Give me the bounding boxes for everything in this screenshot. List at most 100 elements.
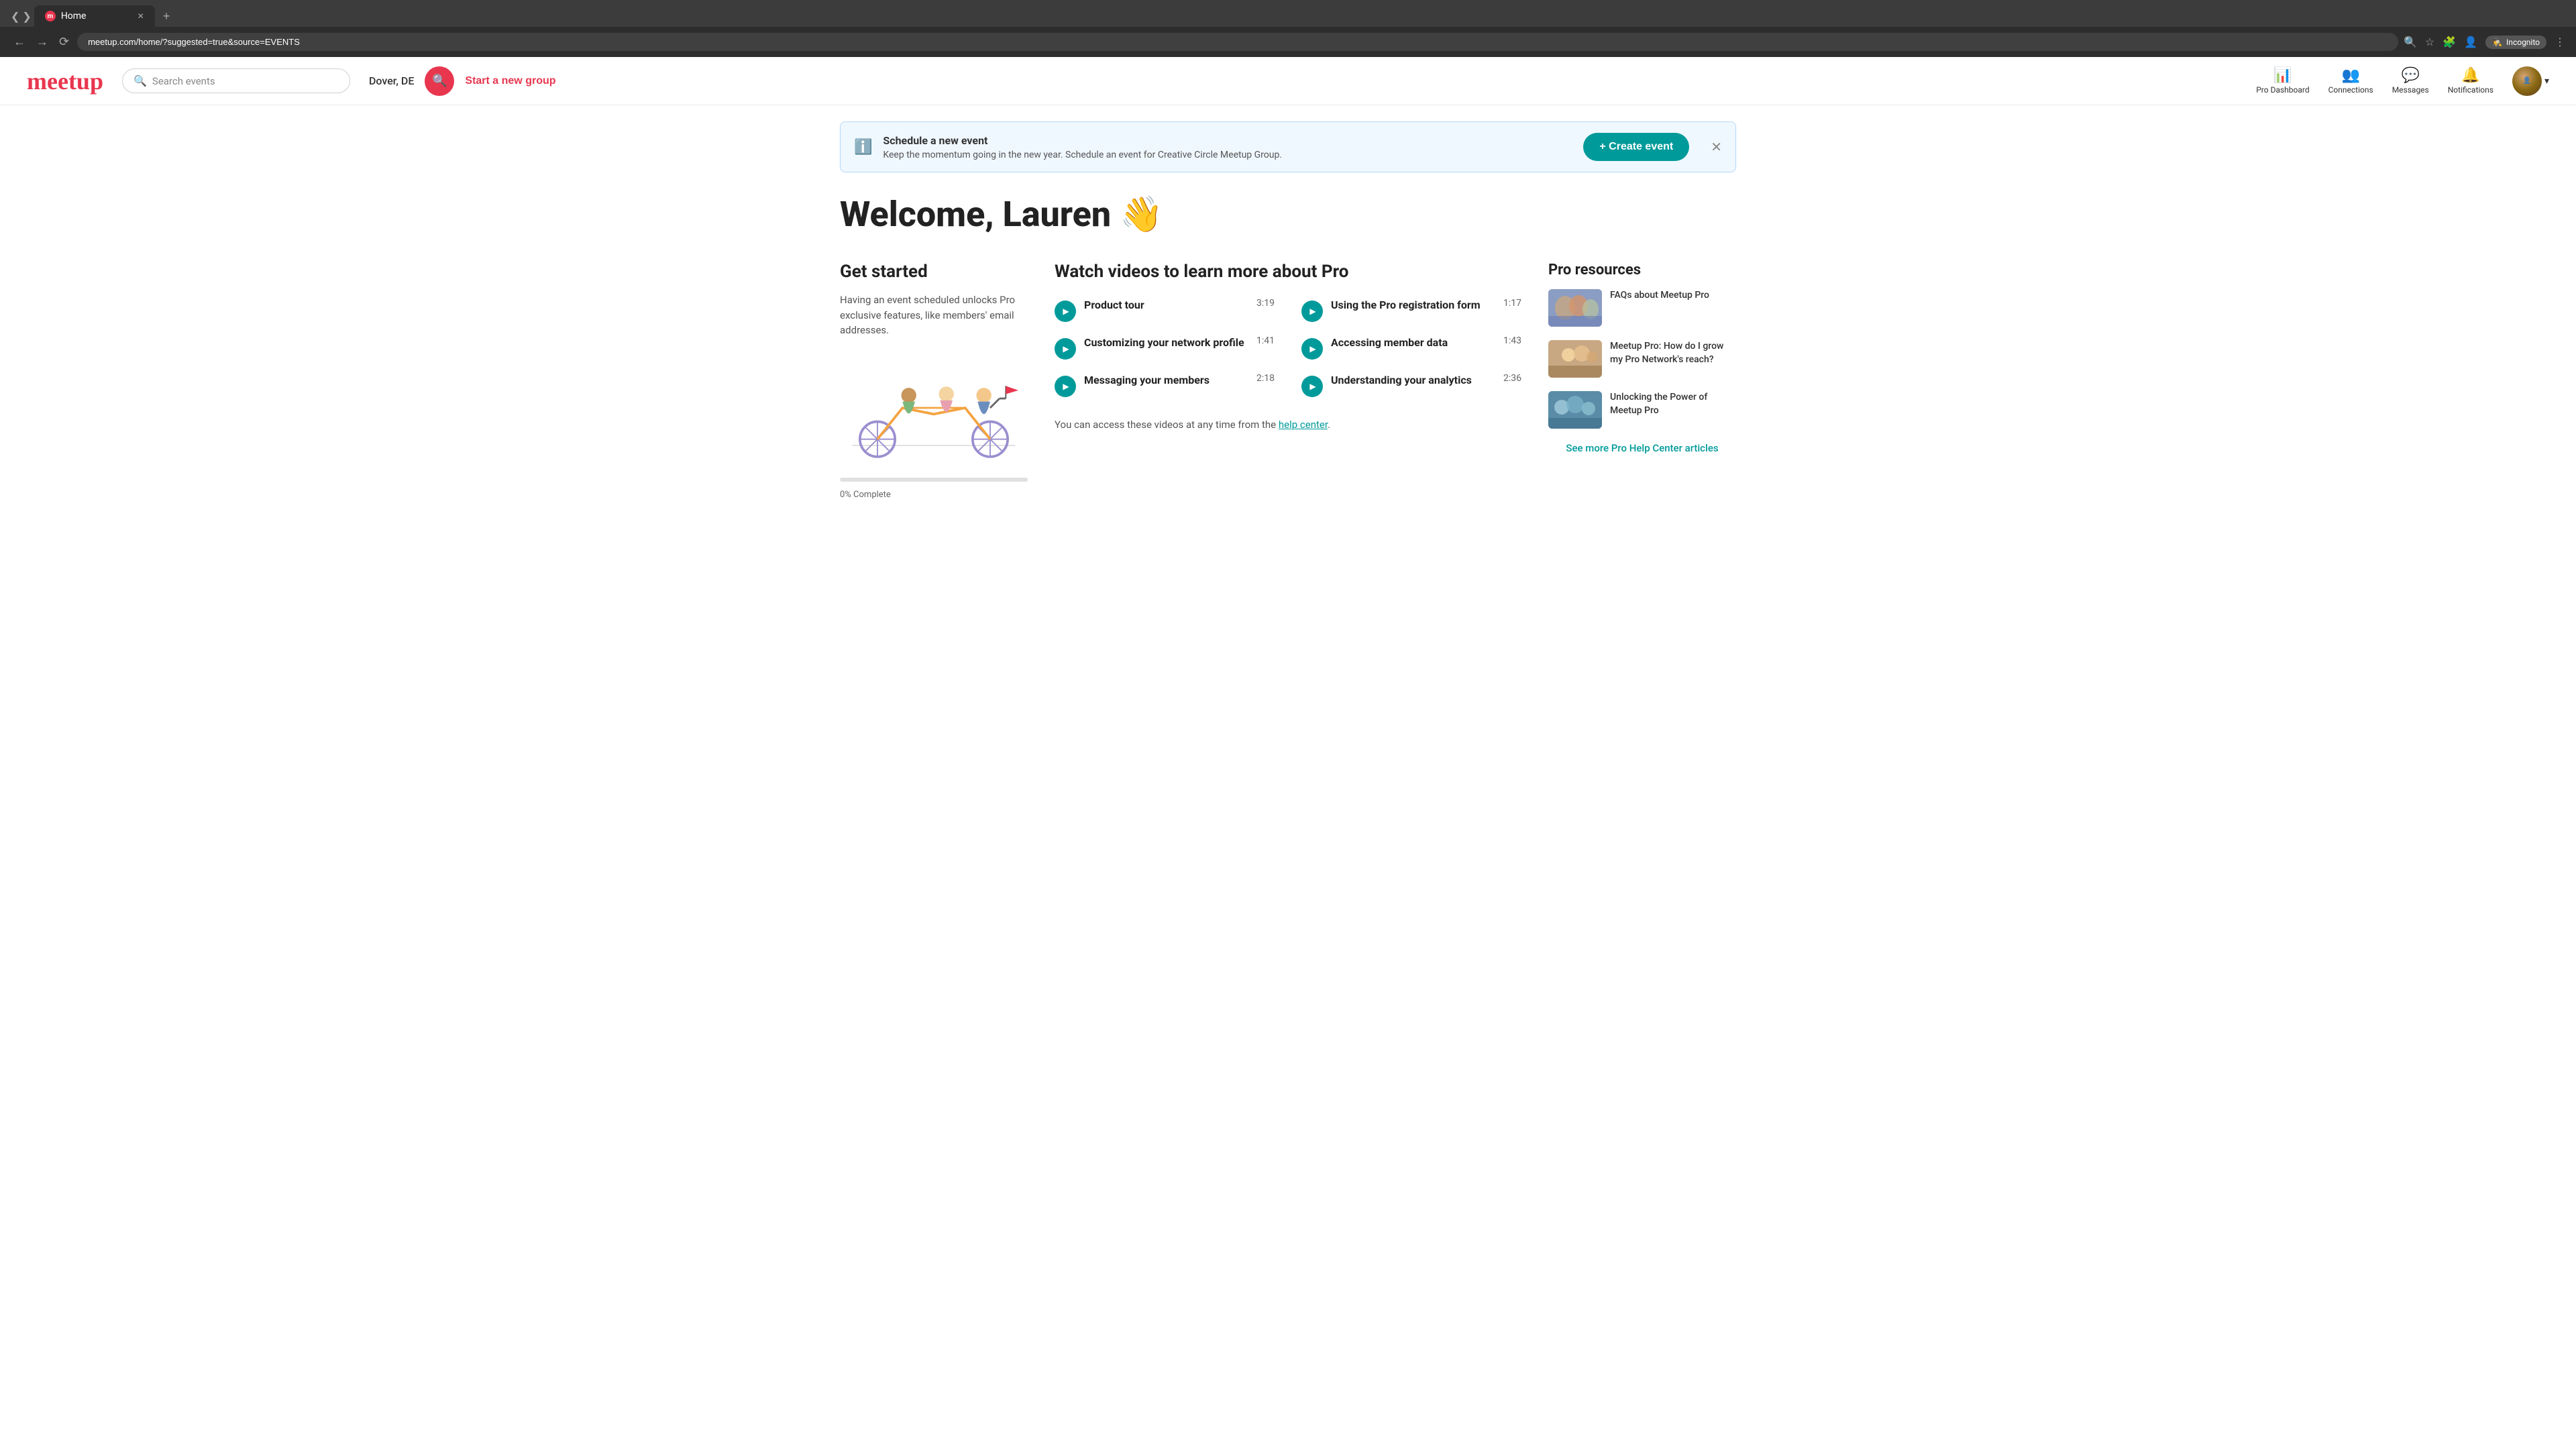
search-icon: 🔍: [133, 74, 147, 87]
reload-button[interactable]: ⟳: [56, 32, 72, 52]
pro-resources-section: Pro resources FAQs about Meetup Pro: [1548, 262, 1736, 454]
video-title-0: Product tour: [1084, 298, 1144, 313]
welcome-heading: Welcome, Lauren 👋: [840, 194, 1736, 235]
user-avatar: 👤: [2512, 66, 2542, 96]
pro-resources-title: Pro resources: [1548, 262, 1736, 278]
video-info-2: Customizing your network profile 1:41: [1084, 335, 1275, 350]
notifications-icon: 🔔: [2461, 67, 2479, 84]
resource-title-2: Unlocking the Power of Meetup Pro: [1610, 391, 1736, 417]
play-button-0[interactable]: ▶: [1055, 301, 1076, 322]
tab-title: Home: [61, 11, 87, 21]
tab-favicon: m: [45, 11, 56, 21]
video-info-5: Understanding your analytics 2:36: [1331, 373, 1521, 388]
search-placeholder: Search events: [152, 75, 215, 87]
help-center-text: You can access these videos at any time …: [1055, 419, 1521, 431]
connections-icon: 👥: [2341, 67, 2359, 84]
incognito-badge: 🕵️ Incognito: [2485, 36, 2546, 49]
video-duration-5: 2:36: [1503, 373, 1521, 384]
videos-title: Watch videos to learn more about Pro: [1055, 262, 1521, 282]
pro-dashboard-icon: 📊: [2273, 67, 2292, 84]
video-title-5: Understanding your analytics: [1331, 373, 1472, 388]
video-info-0: Product tour 3:19: [1084, 298, 1275, 313]
search-bar[interactable]: 🔍 Search events: [122, 68, 350, 93]
video-duration-1: 1:17: [1503, 298, 1521, 309]
video-item-1[interactable]: ▶ Using the Pro registration form 1:17: [1301, 298, 1521, 322]
new-tab-button[interactable]: +: [158, 7, 176, 26]
pro-dashboard-label: Pro Dashboard: [2256, 85, 2309, 95]
messages-icon: 💬: [2402, 67, 2420, 84]
play-button-5[interactable]: ▶: [1301, 376, 1323, 397]
play-button-1[interactable]: ▶: [1301, 301, 1323, 322]
user-menu-chevron: ▾: [2544, 76, 2549, 87]
nav-icons-group: 📊 Pro Dashboard 👥 Connections 💬 Messages…: [2256, 66, 2549, 96]
resource-item-1[interactable]: Meetup Pro: How do I grow my Pro Network…: [1548, 340, 1736, 378]
bike-illustration: [840, 354, 1028, 462]
user-menu[interactable]: 👤 ▾: [2512, 66, 2549, 96]
address-bar-input[interactable]: [77, 33, 2398, 51]
video-info-1: Using the Pro registration form 1:17: [1331, 298, 1521, 313]
profile-icon[interactable]: 👤: [2464, 36, 2477, 48]
location-display[interactable]: Dover, DE: [369, 74, 414, 87]
create-event-button[interactable]: + Create event: [1583, 133, 1689, 161]
search-icon[interactable]: 🔍: [2404, 36, 2417, 48]
banner-close-button[interactable]: ✕: [1711, 139, 1722, 156]
resource-item-0[interactable]: FAQs about Meetup Pro: [1548, 289, 1736, 327]
play-button-3[interactable]: ▶: [1301, 338, 1323, 360]
video-item-5[interactable]: ▶ Understanding your analytics 2:36: [1301, 373, 1521, 397]
play-button-4[interactable]: ▶: [1055, 376, 1076, 397]
progress-bar-container: 0% Complete: [840, 478, 1028, 500]
video-duration-2: 1:41: [1256, 335, 1275, 346]
banner-title: Schedule a new event: [883, 134, 1572, 147]
video-title-1: Using the Pro registration form: [1331, 298, 1481, 313]
resource-thumbnail-2: [1548, 391, 1602, 429]
browser-tab-active[interactable]: m Home ✕: [34, 5, 155, 27]
see-more-link[interactable]: See more Pro Help Center articles: [1548, 442, 1736, 454]
video-title-3: Accessing member data: [1331, 335, 1448, 350]
nav-notifications[interactable]: 🔔 Notifications: [2448, 67, 2493, 95]
bookmark-icon[interactable]: ☆: [2425, 36, 2434, 48]
notifications-label: Notifications: [2448, 85, 2493, 95]
resource-title-1: Meetup Pro: How do I grow my Pro Network…: [1610, 340, 1736, 366]
nav-pro-dashboard[interactable]: 📊 Pro Dashboard: [2256, 67, 2309, 95]
resource-thumb-svg-2: [1548, 391, 1602, 429]
browser-actions: 🔍 ☆ 🧩 👤 🕵️ Incognito ⋮: [2404, 36, 2565, 49]
bike-svg: [840, 351, 1028, 465]
content-grid: Get started Having an event scheduled un…: [840, 262, 1736, 500]
video-item-0[interactable]: ▶ Product tour 3:19: [1055, 298, 1275, 322]
progress-bar-track: [840, 478, 1028, 482]
get-started-description: Having an event scheduled unlocks Pro ex…: [840, 292, 1028, 338]
resource-thumb-svg-0: [1548, 289, 1602, 327]
video-info-4: Messaging your members 2:18: [1084, 373, 1275, 388]
nav-connections[interactable]: 👥 Connections: [2328, 67, 2373, 95]
forward-button[interactable]: →: [34, 32, 51, 52]
video-item-2[interactable]: ▶ Customizing your network profile 1:41: [1055, 335, 1275, 360]
video-duration-0: 3:19: [1256, 298, 1275, 309]
notification-banner: ℹ️ Schedule a new event Keep the momentu…: [840, 121, 1736, 172]
menu-icon[interactable]: ⋮: [2555, 36, 2565, 48]
start-new-group-button[interactable]: Start a new group: [465, 75, 555, 87]
video-duration-4: 2:18: [1256, 373, 1275, 384]
video-title-2: Customizing your network profile: [1084, 335, 1244, 350]
play-button-2[interactable]: ▶: [1055, 338, 1076, 360]
video-item-4[interactable]: ▶ Messaging your members 2:18: [1055, 373, 1275, 397]
connections-label: Connections: [2328, 85, 2373, 95]
meetup-logo[interactable]: meetup: [27, 67, 103, 95]
back-button[interactable]: ←: [11, 32, 28, 52]
get-started-title: Get started: [840, 262, 1028, 282]
banner-description: Keep the momentum going in the new year.…: [883, 150, 1572, 160]
extensions-icon[interactable]: 🧩: [2443, 36, 2456, 48]
search-button[interactable]: 🔍: [425, 66, 454, 96]
tab-close-button[interactable]: ✕: [138, 11, 144, 21]
play-icon-0: ▶: [1063, 307, 1069, 316]
video-item-3[interactable]: ▶ Accessing member data 1:43: [1301, 335, 1521, 360]
main-content: ℹ️ Schedule a new event Keep the momentu…: [818, 105, 1758, 516]
help-center-link[interactable]: help center: [1279, 419, 1328, 431]
video-duration-3: 1:43: [1503, 335, 1521, 346]
banner-info-icon: ℹ️: [854, 139, 872, 156]
nav-messages[interactable]: 💬 Messages: [2392, 67, 2429, 95]
browser-tab-bar: ❮ ❯ m Home ✕ +: [0, 0, 2576, 27]
browser-tab-back-forward[interactable]: ❮ ❯: [11, 10, 32, 23]
resource-thumbnail-1: [1548, 340, 1602, 378]
resource-item-2[interactable]: Unlocking the Power of Meetup Pro: [1548, 391, 1736, 429]
banner-text: Schedule a new event Keep the momentum g…: [883, 134, 1572, 160]
